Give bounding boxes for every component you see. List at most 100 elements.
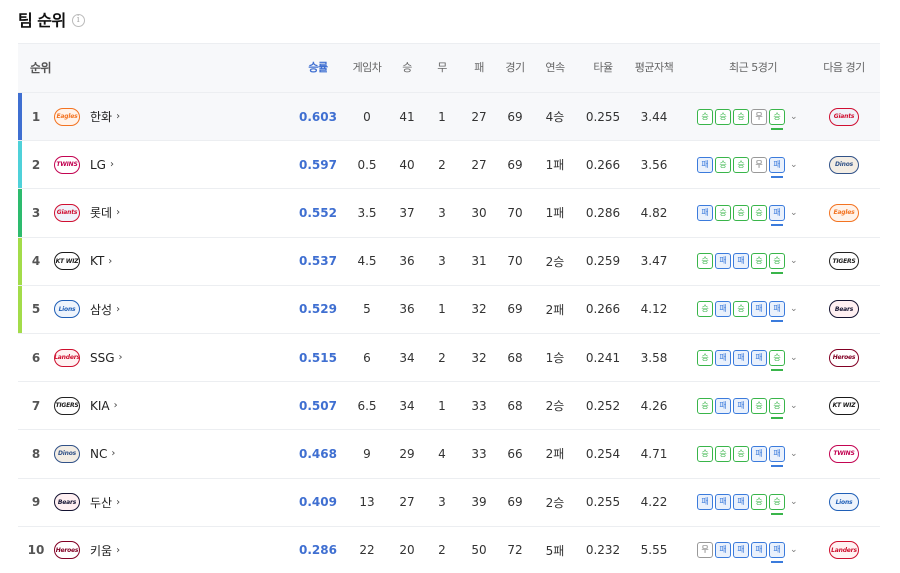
team-link[interactable]: 롯데 ›	[90, 189, 150, 236]
win-pct-cell: 0.597	[299, 157, 337, 172]
recent-result-badge: 패	[733, 542, 749, 559]
latest-result-underline	[771, 223, 783, 226]
table-row[interactable]: 10 Heroes 키움 › 0.286 22 20 2 50 72 5패 0.232 5.55 무 패 패 패…	[18, 527, 880, 573]
table-row[interactable]: 3 Giants 롯데 › 0.552 3.5 37 3 30 70 1패 0.286 4.82 패 승 승 승…	[18, 189, 880, 238]
recent-result-badge: 승	[733, 445, 749, 462]
team-logo: Giants	[54, 189, 80, 236]
team-logo-icon: Heroes	[54, 541, 80, 560]
opponent-logo-icon: Eagles	[829, 203, 859, 222]
next-game[interactable]: KT WIZ	[823, 382, 865, 429]
chevron-down-icon[interactable]: ⌄	[790, 256, 798, 266]
team-link[interactable]: 두산 ›	[90, 479, 150, 526]
next-game[interactable]: TWINS	[823, 430, 865, 477]
column-d: 무	[437, 61, 447, 74]
rank-cell: 6	[31, 350, 41, 365]
streak-cell: 2승	[545, 495, 565, 510]
chevron-down-icon[interactable]: ⌄	[790, 497, 798, 507]
batting-avg-cell: 0.259	[585, 254, 621, 269]
column-pct[interactable]: 승률	[295, 44, 341, 92]
table-row[interactable]: 1 Eagles 한화 › 0.603 0 41 1 27 69 4승 0.255 3.44 승 승 승 무 승 ⌄…	[18, 93, 880, 142]
games-cell: 68	[507, 398, 523, 413]
title-row: 팀 순위 i	[18, 8, 85, 30]
chevron-down-icon[interactable]: ⌄	[790, 112, 798, 122]
info-circle-icon[interactable]: i	[71, 13, 85, 27]
rank-indicator-bar	[18, 285, 22, 333]
win-pct-cell: 0.529	[299, 302, 337, 317]
table-row[interactable]: 9 Bears 두산 › 0.409 13 27 3 39 69 2승 0.255 4.22 패 패 패 승 승 ⌄…	[18, 479, 880, 527]
era-cell: 4.71	[640, 446, 668, 461]
games-cell: 72	[507, 543, 523, 558]
next-game[interactable]: Landers	[823, 527, 865, 573]
next-game[interactable]: Heroes	[823, 334, 865, 381]
team-logo: Eagles	[54, 93, 80, 140]
team-logo-icon: TWINS	[54, 155, 80, 174]
recent-result-badge: 무	[697, 542, 713, 559]
next-game[interactable]: Giants	[823, 93, 865, 140]
chevron-down-icon[interactable]: ⌄	[790, 401, 798, 411]
wins-cell: 29	[399, 446, 415, 461]
team-name: 한화	[90, 110, 113, 125]
team-logo-icon: KT WIZ	[54, 252, 80, 271]
team-link[interactable]: 키움 ›	[90, 527, 150, 573]
recent-result-badge: 패	[697, 494, 713, 511]
draws-cell: 2	[438, 350, 446, 365]
chevron-down-icon[interactable]: ⌄	[790, 160, 798, 170]
next-game[interactable]: Eagles	[823, 189, 865, 236]
recent-result-badge: 패	[769, 156, 785, 178]
wins-cell: 41	[399, 109, 415, 124]
games-cell: 70	[507, 254, 523, 269]
latest-result-underline	[771, 368, 783, 371]
team-name: 삼성	[90, 302, 113, 317]
games-behind-cell: 5	[363, 302, 371, 317]
column-w: 승	[402, 61, 412, 74]
rank-cell: 2	[31, 157, 41, 172]
table-row[interactable]: 8 Dinos NC › 0.468 9 29 4 33 66 2패 0.254 4.71 승 승 승 패 패 ⌄ T…	[18, 430, 880, 479]
next-game[interactable]: TIGERS	[823, 238, 865, 285]
games-cell: 66	[507, 446, 523, 461]
team-link[interactable]: 삼성 ›	[90, 286, 150, 333]
recent-result-badge: 승	[697, 301, 713, 318]
table-row[interactable]: 6 Landers SSG › 0.515 6 34 2 32 68 1승 0.241 3.58 승 패 패 패…	[18, 334, 880, 383]
column-era: 평균자책	[634, 61, 674, 74]
team-link[interactable]: LG ›	[90, 141, 150, 188]
chevron-right-icon: ›	[111, 448, 116, 460]
opponent-logo-icon: Heroes	[829, 348, 859, 367]
chevron-down-icon[interactable]: ⌄	[790, 208, 798, 218]
team-link[interactable]: 한화 ›	[90, 93, 150, 140]
draws-cell: 4	[438, 446, 446, 461]
next-game[interactable]: Bears	[823, 286, 865, 333]
table-body: 1 Eagles 한화 › 0.603 0 41 1 27 69 4승 0.255 3.44 승 승 승 무 승 ⌄…	[18, 93, 880, 573]
table-row[interactable]: 7 TIGERS KIA › 0.507 6.5 34 1 33 68 2승 0.252 4.26 승 패 패…	[18, 382, 880, 431]
next-game[interactable]: Lions	[823, 479, 865, 526]
chevron-down-icon[interactable]: ⌄	[790, 545, 798, 555]
team-link[interactable]: KT ›	[90, 238, 150, 285]
chevron-down-icon[interactable]: ⌄	[790, 304, 798, 314]
chevron-down-icon[interactable]: ⌄	[790, 353, 798, 363]
recent-result-badge: 무	[751, 156, 767, 173]
table-row[interactable]: 5 Lions 삼성 › 0.529 5 36 1 32 69 2패 0.266 4.12 승 패 승 패 패 ⌄ B…	[18, 285, 880, 334]
losses-cell: 31	[471, 254, 487, 269]
recent-result-badge: 패	[769, 204, 785, 226]
recent-result-badge: 패	[715, 542, 731, 559]
losses-cell: 32	[471, 302, 487, 317]
chevron-right-icon: ›	[116, 303, 121, 315]
next-game[interactable]: Dinos	[823, 141, 865, 188]
streak-cell: 1패	[545, 158, 565, 173]
batting-avg-cell: 0.286	[585, 205, 621, 220]
team-logo-icon: Lions	[54, 300, 80, 319]
draws-cell: 3	[438, 495, 446, 510]
era-cell: 3.58	[640, 350, 668, 365]
chevron-right-icon: ›	[116, 496, 121, 508]
team-link[interactable]: KIA ›	[90, 382, 150, 429]
recent-result-badge: 승	[715, 108, 731, 125]
team-link[interactable]: NC ›	[90, 430, 150, 477]
team-logo: Heroes	[54, 527, 80, 573]
wins-cell: 27	[399, 495, 415, 510]
team-link[interactable]: SSG ›	[90, 334, 150, 381]
table-row[interactable]: 4 KT WIZ KT › 0.537 4.5 36 3 31 70 2승 0.259 3.47 승 패 패 승…	[18, 237, 880, 286]
chevron-down-icon[interactable]: ⌄	[790, 449, 798, 459]
team-logo: TIGERS	[54, 382, 80, 429]
losses-cell: 27	[471, 109, 487, 124]
recent-result-badge: 승	[715, 204, 731, 221]
table-row[interactable]: 2 TWINS LG › 0.597 0.5 40 2 27 69 1패 0.266 3.56 패 승 승 무 패…	[18, 141, 880, 190]
